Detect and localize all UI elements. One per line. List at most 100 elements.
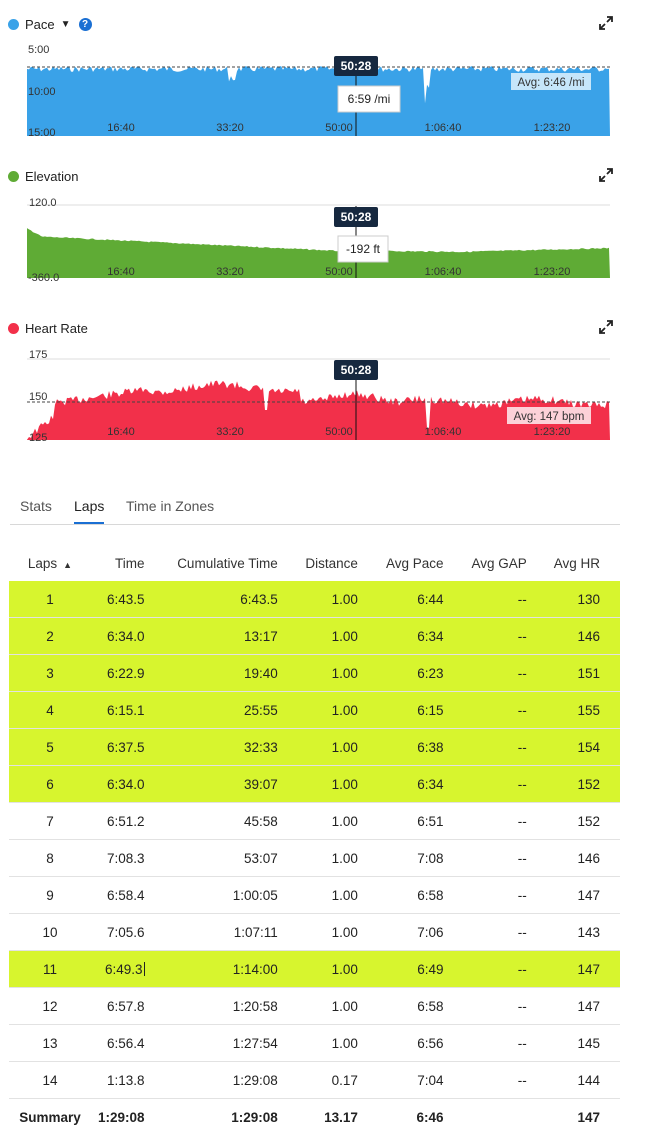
tab-bar: Stats Laps Time in Zones xyxy=(10,490,620,525)
elevation-x-tick: 50:00 xyxy=(325,266,353,278)
cumulative-time-cell: 39:07 xyxy=(164,765,298,803)
lap-time-cell: 6:51.2 xyxy=(91,802,165,840)
lap-number-cell: 1 xyxy=(9,581,91,618)
table-row[interactable]: 7 6:51.2 45:58 1.00 6:51 -- 152 xyxy=(9,802,620,840)
heart-rate-x-tick: 1:23:20 xyxy=(534,426,571,438)
table-row[interactable]: 14 1:13.8 1:29:08 0.17 7:04 -- 144 xyxy=(9,1061,620,1099)
distance-cell: 1.00 xyxy=(297,654,378,692)
cumulative-time-cell: 25:55 xyxy=(164,691,298,729)
table-row[interactable]: 8 7:08.3 53:07 1.00 7:08 -- 146 xyxy=(9,839,620,877)
table-row[interactable]: 5 6:37.5 32:33 1.00 6:38 -- 154 xyxy=(9,728,620,766)
cumulative-time-cell: 13:17 xyxy=(164,617,298,655)
heart-rate-y-tick: 175 xyxy=(29,349,47,361)
heart-rate-x-tick: 50:00 xyxy=(325,426,353,438)
cumulative-time-cell: 1:07:11 xyxy=(164,913,298,951)
avg-pace-cell: 6:51 xyxy=(377,802,464,840)
cumulative-time-cell: 1:27:54 xyxy=(164,1024,298,1062)
avg-hr-cell: 154 xyxy=(546,728,620,766)
column-header-distance[interactable]: Distance xyxy=(298,545,378,581)
pace-x-tick: 33:20 xyxy=(216,122,244,134)
tab-laps[interactable]: Laps xyxy=(74,498,105,524)
avg-gap-cell: -- xyxy=(463,950,547,988)
elevation-x-tick: 1:23:20 xyxy=(534,266,571,278)
column-header-time[interactable]: Time xyxy=(91,545,165,581)
tab-time-in-zones[interactable]: Time in Zones xyxy=(126,498,214,522)
pace-plot[interactable]: 5:00 10:00 15:00 16:40 33:20 50:00 1:06:… xyxy=(0,14,651,144)
pace-cursor-label: 50:28 xyxy=(341,59,372,73)
distance-cell: 1.00 xyxy=(297,617,378,655)
heart-rate-x-tick: 33:20 xyxy=(216,426,244,438)
avg-pace-cell: 6:34 xyxy=(377,765,464,803)
cumulative-time-cell: 1:20:58 xyxy=(164,987,298,1025)
table-row[interactable]: 13 6:56.4 1:27:54 1.00 6:56 -- 145 xyxy=(9,1024,620,1062)
table-row[interactable]: 3 6:22.9 19:40 1.00 6:23 -- 151 xyxy=(9,654,620,692)
lap-number-cell: 11 xyxy=(9,950,91,988)
cumulative-time-cell: 19:40 xyxy=(164,654,298,692)
avg-pace-cell: 6:38 xyxy=(377,728,464,766)
lap-time-cell: 7:05.6 xyxy=(91,913,165,951)
text-cursor xyxy=(143,961,145,976)
avg-hr-cell: 155 xyxy=(546,691,620,729)
pace-x-tick: 50:00 xyxy=(325,122,353,134)
table-row[interactable]: 9 6:58.4 1:00:05 1.00 6:58 -- 147 xyxy=(9,876,620,914)
heart-rate-cursor-label: 50:28 xyxy=(341,363,372,377)
pace-x-tick: 1:06:40 xyxy=(425,122,462,134)
avg-gap-cell: -- xyxy=(463,765,547,803)
avg-pace-cell: 6:58 xyxy=(377,987,464,1025)
avg-hr-cell: 152 xyxy=(546,765,620,803)
table-row[interactable]: 4 6:15.1 25:55 1.00 6:15 -- 155 xyxy=(9,691,620,729)
heart-rate-y-tick: 125 xyxy=(29,432,47,442)
heart-rate-avg-label: Avg: 147 bpm xyxy=(514,411,585,423)
avg-gap-cell: -- xyxy=(463,839,547,877)
avg-gap-cell: -- xyxy=(463,728,547,766)
column-header-cumulative-time[interactable]: Cumulative Time xyxy=(165,545,298,581)
distance-cell: 1.00 xyxy=(297,765,378,803)
avg-pace-cell: 6:34 xyxy=(377,617,464,655)
tab-stats[interactable]: Stats xyxy=(20,498,52,522)
distance-cell: 1.00 xyxy=(297,691,378,729)
summary-avg-gap-cell xyxy=(464,1099,547,1136)
elevation-plot[interactable]: 120.0 -360.0 16:40 33:20 50:00 1:06:40 1… xyxy=(0,166,651,286)
table-row[interactable]: 12 6:57.8 1:20:58 1.00 6:58 -- 147 xyxy=(9,987,620,1025)
lap-time-cell: 6:57.8 xyxy=(91,987,165,1025)
summary-lap-number-cell: Summary xyxy=(19,1109,81,1125)
lap-number-cell: 12 xyxy=(9,987,91,1025)
summary-row: Summary 1:29:08 1:29:08 13.17 6:46 147 xyxy=(9,1099,620,1136)
lap-time-cell: 6:43.5 xyxy=(91,581,165,618)
avg-pace-cell: 6:15 xyxy=(377,691,464,729)
lap-time-cell: 6:15.1 xyxy=(91,691,165,729)
column-header-avg-gap[interactable]: Avg GAP xyxy=(464,545,547,581)
table-row[interactable]: 10 7:05.6 1:07:11 1.00 7:06 -- 143 xyxy=(9,913,620,951)
heart-rate-plot[interactable]: 175 150 125 16:40 33:20 50:00 1:06:40 1:… xyxy=(0,318,651,442)
cumulative-time-cell: 45:58 xyxy=(164,802,298,840)
cumulative-time-cell: 32:33 xyxy=(164,728,298,766)
pace-x-tick: 16:40 xyxy=(107,122,135,134)
lap-number-cell: 14 xyxy=(9,1061,91,1099)
lap-time-cell: 6:56.4 xyxy=(91,1024,165,1062)
pace-y-tick: 10:00 xyxy=(28,86,56,98)
table-row[interactable]: 1 6:43.5 6:43.5 1.00 6:44 -- 130 xyxy=(9,581,620,618)
column-header-laps[interactable]: Laps ▲ xyxy=(9,545,91,581)
avg-hr-cell: 147 xyxy=(546,950,620,988)
elevation-y-tick: 120.0 xyxy=(29,197,57,209)
avg-gap-cell: -- xyxy=(463,1024,547,1062)
table-row[interactable]: 2 6:34.0 13:17 1.00 6:34 -- 146 xyxy=(9,617,620,655)
avg-hr-cell: 152 xyxy=(546,802,620,840)
cumulative-time-cell: 53:07 xyxy=(164,839,298,877)
summary-lap-time-cell: 1:29:08 xyxy=(97,1109,145,1125)
table-row[interactable]: 6 6:34.0 39:07 1.00 6:34 -- 152 xyxy=(9,765,620,803)
avg-pace-cell: 6:23 xyxy=(377,654,464,692)
elevation-chart: Elevation 120.0 -360.0 16:40 33:20 50:00… xyxy=(0,166,651,286)
column-header-avg-hr[interactable]: Avg HR xyxy=(547,545,620,581)
table-header-row: Laps ▲ Time Cumulative Time Distance Avg … xyxy=(9,545,620,581)
elevation-x-tick: 16:40 xyxy=(107,266,135,278)
heart-rate-chart: Heart Rate 175 150 125 16:40 33:20 50:00… xyxy=(0,318,651,442)
table-row[interactable]: 11 6:49.3 1:14:00 1.00 6:49 -- 147 xyxy=(9,950,620,988)
column-header-avg-pace[interactable]: Avg Pace xyxy=(378,545,464,581)
avg-pace-cell: 6:44 xyxy=(377,581,464,618)
lap-time-cell: 6:34.0 xyxy=(91,765,165,803)
avg-pace-cell: 7:08 xyxy=(377,839,464,877)
avg-hr-cell: 146 xyxy=(546,839,620,877)
pace-x-tick: 1:23:20 xyxy=(534,122,571,134)
heart-rate-y-tick: 150 xyxy=(29,391,47,403)
